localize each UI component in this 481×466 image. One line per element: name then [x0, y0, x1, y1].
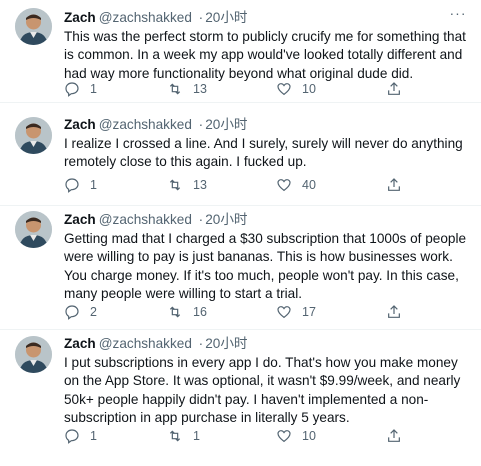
reply-icon — [64, 304, 80, 320]
share-icon — [386, 177, 402, 193]
author-handle[interactable]: @zachshakked — [99, 10, 192, 25]
reply-button[interactable]: 1 — [64, 175, 97, 195]
timestamp[interactable]: 20小时 — [205, 336, 247, 351]
tweet-text: Getting mad that I charged a $30 subscri… — [64, 231, 467, 302]
share-button[interactable] — [386, 79, 402, 99]
tweet-actions: 1 1 10 — [64, 426, 467, 446]
like-count: 40 — [302, 178, 316, 192]
timestamp[interactable]: 20小时 — [205, 117, 247, 132]
reply-button[interactable]: 2 — [64, 302, 97, 322]
retweet-count: 13 — [193, 82, 207, 96]
heart-icon — [276, 304, 292, 320]
author-handle[interactable]: @zachshakked — [99, 336, 192, 351]
author-name[interactable]: Zach — [64, 212, 96, 227]
retweet-icon — [167, 81, 183, 97]
share-button[interactable] — [386, 175, 402, 195]
avatar[interactable] — [15, 8, 52, 45]
retweet-count: 16 — [193, 305, 207, 319]
share-icon — [386, 81, 402, 97]
reply-icon — [64, 428, 80, 444]
share-button[interactable] — [386, 426, 402, 446]
tweet-header: Zach @zachshakked · 20小时 — [64, 117, 248, 133]
tweet-header: Zach @zachshakked · 20小时 — [64, 336, 248, 352]
like-button[interactable]: 40 — [276, 175, 316, 195]
retweet-count: 13 — [193, 178, 207, 192]
retweet-icon — [167, 177, 183, 193]
retweet-icon — [167, 428, 183, 444]
author-name[interactable]: Zach — [64, 336, 96, 351]
share-icon — [386, 304, 402, 320]
separator: · — [198, 117, 204, 132]
tweet[interactable]: Zach @zachshakked · 20小时 ··· This was the … — [0, 0, 481, 103]
avatar[interactable] — [15, 117, 52, 154]
tweet-header: Zach @zachshakked · 20小时 — [64, 10, 248, 26]
tweet-actions: 1 13 40 — [64, 175, 467, 195]
like-count: 10 — [302, 429, 316, 443]
tweet-text: I realize I crossed a line. And I surely… — [64, 136, 463, 170]
reply-button[interactable]: 1 — [64, 79, 97, 99]
tweet-header: Zach @zachshakked · 20小时 — [64, 212, 248, 228]
retweet-icon — [167, 304, 183, 320]
tweet-text: This was the perfect storm to publicly c… — [64, 29, 466, 81]
like-count: 10 — [302, 82, 316, 96]
reply-count: 1 — [90, 178, 97, 192]
timestamp[interactable]: 20小时 — [205, 212, 247, 227]
heart-icon — [276, 177, 292, 193]
share-button[interactable] — [386, 302, 402, 322]
author-handle[interactable]: @zachshakked — [99, 117, 192, 132]
retweet-button[interactable]: 1 — [167, 426, 200, 446]
like-button[interactable]: 10 — [276, 79, 316, 99]
reply-count: 2 — [90, 305, 97, 319]
retweet-count: 1 — [193, 429, 200, 443]
avatar[interactable] — [15, 336, 52, 373]
author-name[interactable]: Zach — [64, 117, 96, 132]
reply-button[interactable]: 1 — [64, 426, 97, 446]
separator: · — [198, 212, 204, 227]
separator: · — [198, 336, 204, 351]
tweet[interactable]: Zach @zachshakked · 20小时 Getting mad that … — [0, 206, 481, 330]
reply-icon — [64, 177, 80, 193]
like-button[interactable]: 10 — [276, 426, 316, 446]
separator: · — [198, 10, 204, 25]
share-icon — [386, 428, 402, 444]
reply-count: 1 — [90, 82, 97, 96]
avatar[interactable] — [15, 211, 52, 248]
like-count: 17 — [302, 305, 316, 319]
retweet-button[interactable]: 16 — [167, 302, 207, 322]
tweet[interactable]: Zach @zachshakked · 20小时 I put subscriptio… — [0, 330, 481, 466]
retweet-button[interactable]: 13 — [167, 175, 207, 195]
reply-count: 1 — [90, 429, 97, 443]
tweet-text: I put subscriptions in every app I do. T… — [64, 355, 461, 426]
tweet-actions: 1 13 10 — [64, 79, 467, 99]
reply-icon — [64, 81, 80, 97]
author-name[interactable]: Zach — [64, 10, 96, 25]
heart-icon — [276, 428, 292, 444]
author-handle[interactable]: @zachshakked — [99, 212, 192, 227]
more-icon[interactable]: ··· — [447, 4, 469, 22]
timestamp[interactable]: 20小时 — [205, 10, 247, 25]
like-button[interactable]: 17 — [276, 302, 316, 322]
tweet-actions: 2 16 17 — [64, 302, 467, 322]
heart-icon — [276, 81, 292, 97]
tweet[interactable]: Zach @zachshakked · 20小时 I realize I cross… — [0, 103, 481, 206]
retweet-button[interactable]: 13 — [167, 79, 207, 99]
